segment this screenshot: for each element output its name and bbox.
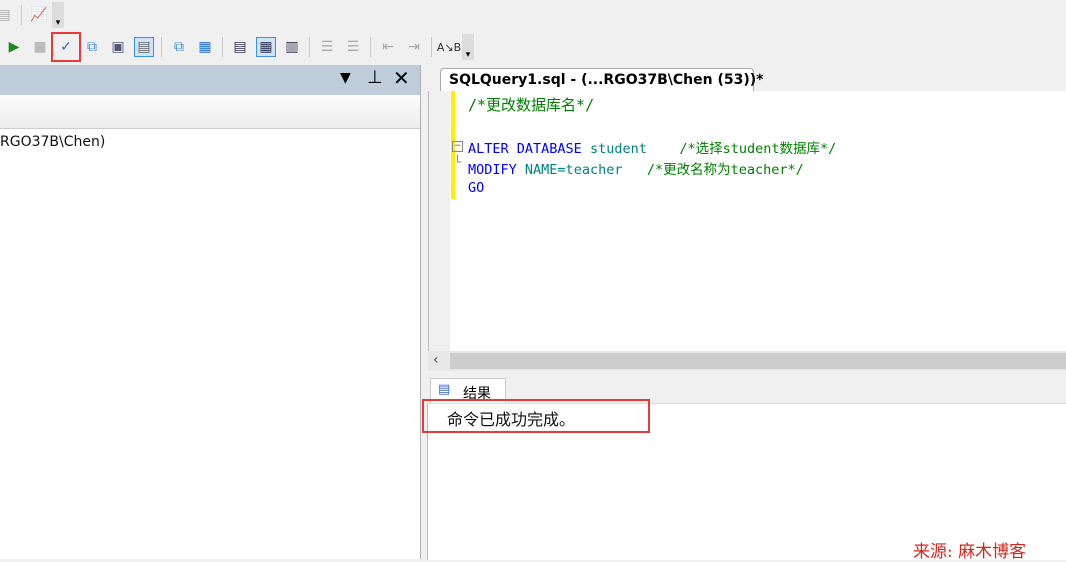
code-line-go: GO bbox=[468, 180, 485, 196]
scroll-thumb[interactable] bbox=[450, 353, 1066, 369]
dropdown-icon[interactable]: ▼ bbox=[340, 70, 351, 86]
toolbar-separator bbox=[370, 37, 371, 57]
execute-icon[interactable]: ▶ bbox=[4, 37, 24, 57]
result-message: 命令已成功完成。 bbox=[447, 410, 576, 429]
comment-icon[interactable]: ☰ bbox=[317, 37, 337, 57]
results-to-text-icon[interactable]: ▤ bbox=[230, 37, 250, 57]
query-options-icon[interactable]: ▣ bbox=[108, 37, 128, 57]
results-to-file-icon[interactable]: ▤ bbox=[134, 37, 154, 57]
toolbar-separator bbox=[309, 37, 310, 57]
uncomment-icon[interactable]: ☰ bbox=[343, 37, 363, 57]
scroll-left-icon[interactable]: ‹ bbox=[433, 352, 439, 368]
estimated-plan-icon[interactable]: ⧉ bbox=[82, 37, 102, 57]
code-line-modify: MODIFY NAME=teacher /*更改名称为teacher*/ bbox=[468, 158, 804, 178]
keyword: ALTER bbox=[468, 141, 509, 157]
decrease-indent-icon[interactable]: ⇤ bbox=[378, 37, 398, 57]
watermark: 来源: 麻木博客 bbox=[913, 542, 1027, 562]
close-icon[interactable]: ✕ bbox=[393, 66, 410, 90]
toolbar-separator bbox=[431, 37, 432, 57]
toolbar-separator bbox=[222, 37, 223, 57]
collapse-icon[interactable]: − bbox=[452, 141, 463, 152]
comment: /*更改名称为teacher*/ bbox=[646, 162, 804, 178]
toolbar-overflow-button[interactable]: ▾ bbox=[52, 2, 64, 28]
object-explorer-panel: ▼ ⊥ ✕ RGO37B\Chen) bbox=[0, 65, 421, 559]
toolbar-overflow-button[interactable]: ▾ bbox=[462, 34, 474, 60]
parse-icon[interactable]: ✓ bbox=[51, 32, 81, 62]
editor-area[interactable] bbox=[428, 91, 1066, 351]
comment: /*选择student数据库*/ bbox=[679, 141, 837, 157]
tree-item-server[interactable]: RGO37B\Chen) bbox=[0, 134, 105, 150]
panel-toolbar bbox=[0, 95, 420, 129]
toolbar-row-1: ▤ 📈 ▾ bbox=[0, 0, 64, 30]
pin-icon[interactable]: ⊥ bbox=[367, 67, 383, 88]
panel-header: ▼ ⊥ ✕ bbox=[0, 65, 420, 95]
increase-indent-icon[interactable]: ⇥ bbox=[404, 37, 424, 57]
chart-icon[interactable]: 📈 bbox=[29, 5, 49, 25]
specify-values-icon[interactable]: A↘B bbox=[437, 37, 461, 57]
stop-icon[interactable]: ■ bbox=[30, 37, 50, 57]
keyword: MODIFY bbox=[468, 162, 517, 178]
display-plan-icon[interactable]: ⧉ bbox=[169, 37, 189, 57]
code-comment-line: /*更改数据库名*/ bbox=[468, 96, 595, 114]
toolbar-separator bbox=[21, 5, 22, 25]
print-icon[interactable]: ▤ bbox=[0, 5, 14, 25]
editor-tab[interactable]: SQLQuery1.sql - (...RGO37B\Chen (53))* bbox=[440, 68, 763, 92]
identifier: student bbox=[589, 141, 647, 157]
toolbar-separator bbox=[161, 37, 162, 57]
results-to-file2-icon[interactable]: ▥ bbox=[282, 37, 302, 57]
keyword: DATABASE bbox=[516, 141, 582, 157]
editor-tab-label: SQLQuery1.sql - (...RGO37B\Chen (53))* bbox=[449, 72, 764, 88]
identifier: NAME=teacher bbox=[524, 162, 623, 178]
horizontal-scrollbar[interactable]: ‹ bbox=[428, 351, 1066, 371]
client-stats-icon[interactable]: ▦ bbox=[195, 37, 215, 57]
results-icon: ▤ bbox=[438, 382, 451, 397]
code-line-alter: ALTER DATABASE student /*选择student数据库*/ bbox=[468, 137, 836, 157]
results-to-grid-icon[interactable]: ▦ bbox=[256, 37, 276, 57]
toolbar-row-2: ▶ ■ ✓ ⧉ ▣ ▤ ⧉ ▦ ▤ ▦ ▥ ☰ ☰ ⇤ ⇥ A↘B ▾ bbox=[0, 32, 474, 62]
editor-gutter bbox=[429, 91, 450, 351]
outline-line: └ bbox=[454, 155, 462, 169]
